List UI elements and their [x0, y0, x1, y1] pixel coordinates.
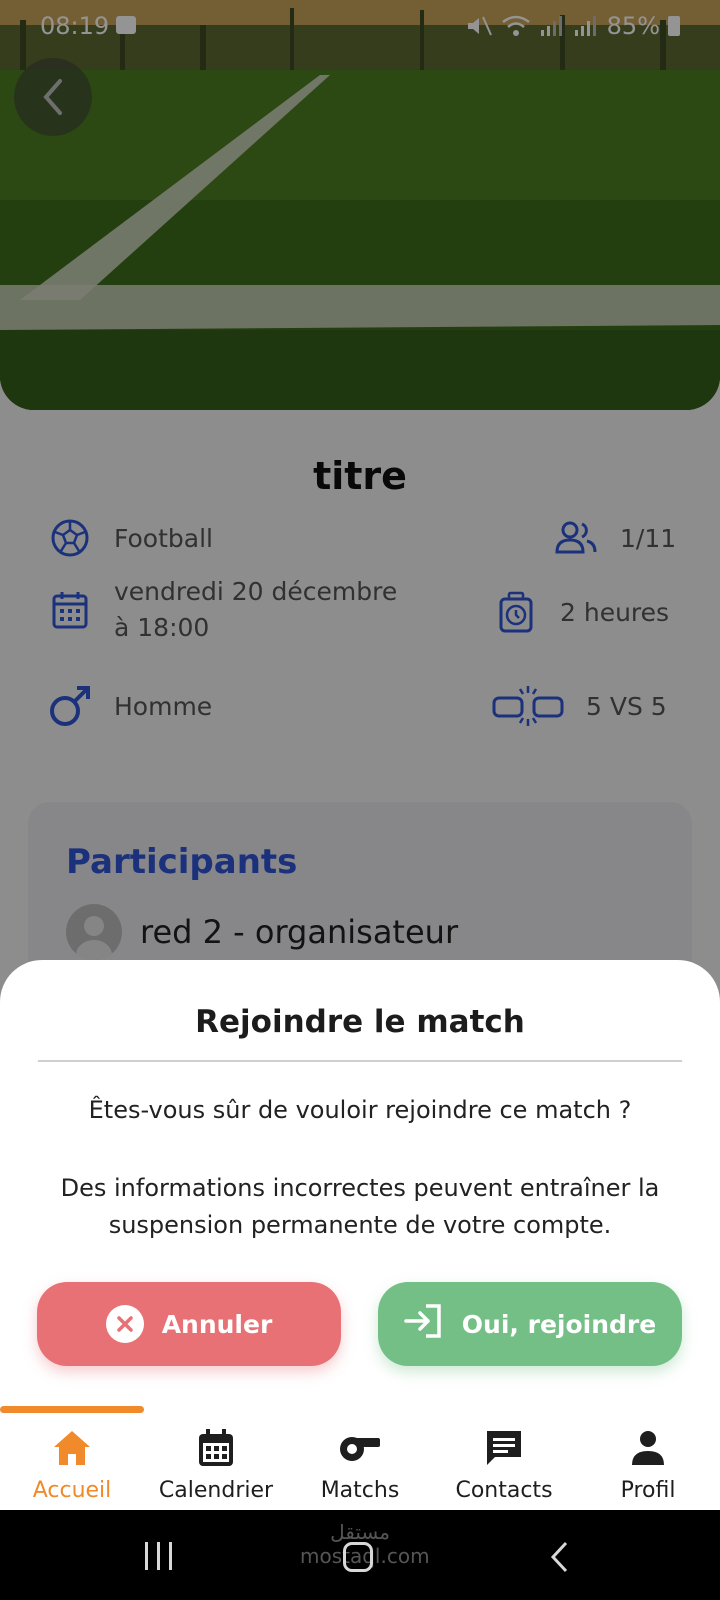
system-navigation-bar: مستقل mostaql.com: [0, 1510, 720, 1600]
nav-label-contacts: Contacts: [455, 1478, 553, 1503]
home-button[interactable]: [343, 1542, 373, 1572]
join-label: Oui, rejoindre: [461, 1309, 657, 1339]
nav-item-profil[interactable]: Profil: [576, 1420, 720, 1510]
divider: [38, 1060, 682, 1062]
join-match-sheet: Rejoindre le match Êtes-vous sûr de voul…: [0, 960, 720, 1510]
person-icon: [626, 1426, 670, 1470]
dialog-question: Êtes-vous sûr de vouloir rejoindre ce ma…: [88, 1096, 632, 1124]
nav-item-accueil[interactable]: Accueil: [0, 1420, 144, 1510]
nav-item-contacts[interactable]: Contacts: [432, 1420, 576, 1510]
close-icon: [105, 1305, 144, 1343]
cancel-label: Annuler: [161, 1309, 273, 1339]
whistle-icon: [338, 1426, 382, 1470]
recent-apps-button[interactable]: [145, 1542, 172, 1570]
nav-label-accueil: Accueil: [32, 1478, 112, 1503]
join-button[interactable]: Oui, rejoindre: [378, 1282, 682, 1366]
nav-item-matchs[interactable]: Matchs: [288, 1420, 432, 1510]
active-tab-indicator: [0, 1406, 144, 1413]
system-back-button[interactable]: [548, 1540, 572, 1578]
cancel-button[interactable]: Annuler: [37, 1282, 341, 1366]
chevron-left-icon: [550, 1541, 568, 1573]
nav-label-calendrier: Calendrier: [158, 1478, 274, 1503]
calendar-icon: [194, 1426, 238, 1470]
dialog-warning: Des informations incorrectes peuvent ent…: [60, 1174, 660, 1239]
bottom-nav: Accueil Calendrier Matchs Contacts Profi…: [0, 1420, 720, 1510]
home-icon: [50, 1426, 94, 1470]
chat-icon: [482, 1426, 526, 1470]
nav-item-calendrier[interactable]: Calendrier: [144, 1420, 288, 1510]
nav-label-matchs: Matchs: [320, 1478, 400, 1503]
login-icon: [404, 1303, 444, 1345]
dialog-title: Rejoindre le match: [195, 1004, 525, 1040]
nav-label-profil: Profil: [620, 1478, 676, 1503]
